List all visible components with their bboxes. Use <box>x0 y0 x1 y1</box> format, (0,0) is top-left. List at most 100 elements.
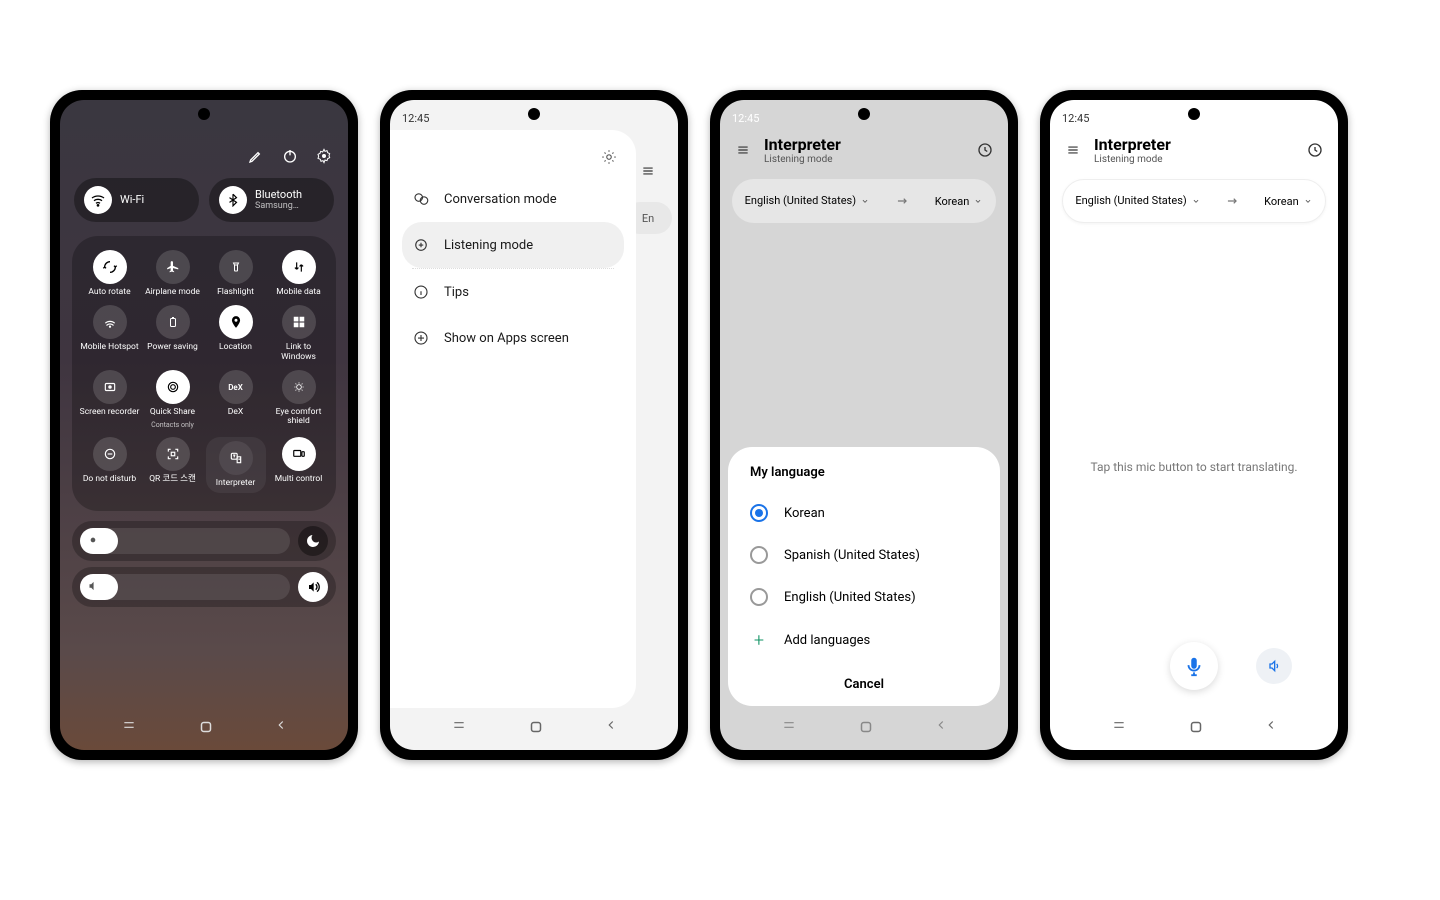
lang-option-spanish[interactable]: Spanish (United States) <box>728 534 1000 576</box>
gear-icon[interactable] <box>316 148 332 164</box>
menu-show-on-apps[interactable]: Show on Apps screen <box>402 315 624 361</box>
add-languages[interactable]: +Add languages <box>728 618 1000 663</box>
history-icon[interactable] <box>976 141 994 159</box>
location-icon <box>219 305 253 339</box>
tile-airplane[interactable]: Airplane mode <box>143 250 203 297</box>
battery-icon <box>156 305 190 339</box>
speaker-icon <box>1266 658 1282 674</box>
volume-toggle[interactable] <box>298 572 328 602</box>
tile-hotspot[interactable]: Mobile Hotspot <box>80 305 140 362</box>
tile-location[interactable]: Location <box>206 305 266 362</box>
nav-recents[interactable] <box>1110 718 1128 736</box>
interpreter-icon <box>219 441 253 475</box>
tile-dex[interactable]: DeXDeX <box>206 370 266 429</box>
tile-power-saving[interactable]: Power saving <box>143 305 203 362</box>
menu-tips[interactable]: Tips <box>402 269 624 315</box>
volume-low-icon <box>86 579 100 593</box>
tile-flashlight[interactable]: Flashlight <box>206 250 266 297</box>
tile-qr-scan[interactable]: QR 코드 스캔 <box>143 437 203 492</box>
language-bottom-sheet: My language Korean Spanish (United State… <box>728 447 1000 706</box>
bluetooth-tile[interactable]: BluetoothSamsung… <box>209 178 334 222</box>
page-subtitle: Listening mode <box>764 154 964 165</box>
tile-screen-recorder[interactable]: Screen recorder <box>80 370 140 429</box>
phone-drawer-menu: 12:45 En Conversation mode Listening mod… <box>380 90 688 760</box>
data-icon <box>282 250 316 284</box>
bt-sub: Samsung… <box>255 201 302 211</box>
lang-from-selector[interactable]: English (United States) <box>745 194 870 207</box>
nav-recents[interactable] <box>450 718 468 736</box>
brightness-low-icon <box>86 533 100 547</box>
plus-circle-icon <box>412 329 430 347</box>
hint-text: Tap this mic button to start translating… <box>1050 460 1338 474</box>
wifi-tile[interactable]: Wi-Fi <box>74 178 199 222</box>
nav-back[interactable] <box>274 718 288 736</box>
tile-interpreter[interactable]: Interpreter <box>206 437 266 492</box>
hamburger-icon[interactable] <box>734 143 752 157</box>
page-title: Interpreter <box>764 135 964 154</box>
nav-home[interactable] <box>857 718 875 736</box>
gear-icon[interactable] <box>600 148 618 166</box>
tile-link-windows[interactable]: Link to Windows <box>269 305 329 362</box>
radio-icon <box>750 546 768 564</box>
nav-home[interactable] <box>197 718 215 736</box>
volume-slider[interactable] <box>72 567 336 607</box>
clock: 12:45 <box>402 112 429 125</box>
rotate-icon <box>93 250 127 284</box>
menu-conversation-mode[interactable]: Conversation mode <box>402 176 624 222</box>
lang-option-korean[interactable]: Korean <box>728 492 1000 534</box>
bt-label: Bluetooth <box>255 189 302 201</box>
language-bar: English (United States) Korean <box>1062 179 1326 223</box>
language-bar: English (United States) Korean <box>732 179 996 223</box>
dex-icon: DeX <box>219 370 253 404</box>
mic-icon <box>1183 655 1205 677</box>
nav-back[interactable] <box>1264 718 1278 736</box>
lang-from-selector[interactable]: English (United States) <box>1075 194 1200 207</box>
tile-multi-control[interactable]: Multi control <box>269 437 329 492</box>
bluetooth-icon <box>219 186 247 214</box>
wifi-label: Wi-Fi <box>120 194 144 206</box>
tile-mobile-data[interactable]: Mobile data <box>269 250 329 297</box>
arrow-right-icon <box>1225 194 1239 208</box>
speaker-button[interactable] <box>1256 648 1292 684</box>
phone-interpreter-main: 12:45 Interpreter Listening mode English… <box>1040 90 1348 760</box>
mic-button[interactable] <box>1170 642 1218 690</box>
conversation-icon <box>412 190 430 208</box>
nav-home[interactable] <box>527 718 545 736</box>
brightness-slider[interactable] <box>72 521 336 561</box>
phone-quick-settings: Wi-Fi BluetoothSamsung… Auto rotate Airp… <box>50 90 358 760</box>
windows-icon <box>282 305 316 339</box>
qr-icon <box>156 437 190 471</box>
power-icon[interactable] <box>282 148 298 164</box>
clock: 12:45 <box>1062 112 1089 125</box>
cancel-button[interactable]: Cancel <box>728 663 1000 698</box>
nav-recents[interactable] <box>120 718 138 736</box>
nav-recents[interactable] <box>780 718 798 736</box>
lang-to-selector[interactable]: Korean <box>1264 195 1313 208</box>
dark-mode-toggle[interactable] <box>298 526 328 556</box>
listening-icon <box>412 236 430 254</box>
phone-language-sheet: 12:45 Interpreter Listening mode English… <box>710 90 1018 760</box>
history-icon[interactable] <box>1306 141 1324 159</box>
tile-eye-comfort[interactable]: Eye comfort shield <box>269 370 329 429</box>
quick-settings-grid: Auto rotate Airplane mode Flashlight Mob… <box>72 236 336 511</box>
tile-auto-rotate[interactable]: Auto rotate <box>80 250 140 297</box>
edit-icon[interactable] <box>248 148 264 164</box>
radio-icon <box>750 504 768 522</box>
page-subtitle: Listening mode <box>1094 154 1294 165</box>
tile-dnd[interactable]: Do not disturb <box>80 437 140 492</box>
hamburger-icon[interactable] <box>1064 143 1082 157</box>
nav-home[interactable] <box>1187 718 1205 736</box>
lang-to-selector[interactable]: Korean <box>935 195 984 208</box>
page-title: Interpreter <box>1094 135 1294 154</box>
wifi-icon <box>84 186 112 214</box>
plus-icon: + <box>750 630 768 651</box>
flashlight-icon <box>219 250 253 284</box>
radio-icon <box>750 588 768 606</box>
eye-icon <box>282 370 316 404</box>
menu-listening-mode[interactable]: Listening mode <box>402 222 624 268</box>
nav-back[interactable] <box>604 718 618 736</box>
lang-option-english[interactable]: English (United States) <box>728 576 1000 618</box>
nav-back[interactable] <box>934 718 948 736</box>
hotspot-icon <box>93 305 127 339</box>
tile-quick-share[interactable]: Quick ShareContacts only <box>143 370 203 429</box>
